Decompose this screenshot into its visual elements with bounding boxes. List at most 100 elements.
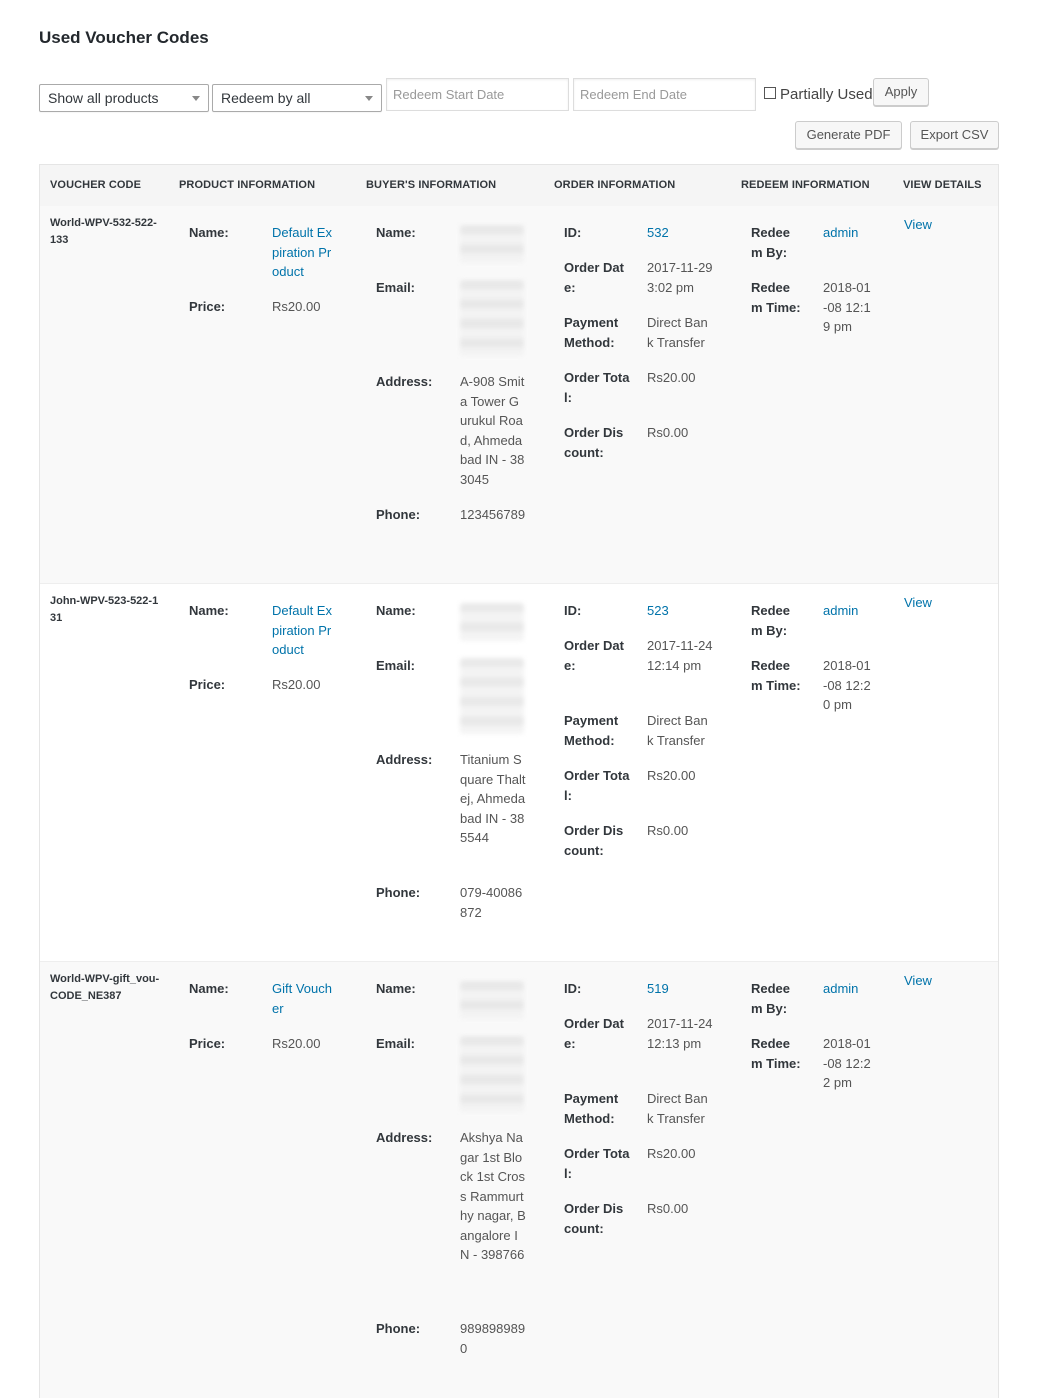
header-order-information[interactable]: ORDER INFORMATION — [554, 179, 675, 191]
voucher-code: John-WPV-523-522-131 — [50, 595, 159, 624]
table-row: World-WPV-532-522-133 Name: Default Expi… — [40, 206, 998, 583]
header-voucher-code[interactable]: VOUCHER CODE — [50, 179, 141, 191]
buyer-name-label: Name: — [376, 603, 416, 618]
header-buyers-information[interactable]: BUYER'S INFORMATION — [366, 179, 496, 191]
order-date-value: 2017-11-29 3:02 pm — [647, 260, 713, 295]
order-discount-label: Order Discount: — [564, 823, 624, 858]
redeem-by-link[interactable]: admin — [823, 223, 889, 243]
redeem-filter-value: Redeem by all — [221, 90, 311, 106]
voucher-code: World-WPV-gift_vou-CODE_NE387 — [50, 973, 160, 1002]
payment-method-label: Payment Method: — [564, 713, 619, 748]
buyer-email-label: Email: — [376, 1036, 416, 1051]
redeem-time-value: 2018-01-08 12:19 pm — [823, 280, 871, 334]
chevron-down-icon — [192, 96, 200, 101]
price-value: Rs20.00 — [272, 1036, 321, 1051]
buyer-name-blurred — [460, 981, 524, 1019]
buyer-phone-value: 9898989890 — [460, 1321, 526, 1356]
product-name-label: Name: — [189, 225, 229, 240]
order-id-link[interactable]: 532 — [647, 223, 713, 243]
chevron-down-icon — [365, 96, 373, 101]
buyer-email-blurred — [460, 280, 524, 356]
view-details-link[interactable]: View — [904, 971, 932, 991]
price-label: Price: — [189, 677, 226, 692]
buyer-address-value: A-908 Smita Tower Gurukul Road, Ahmedaba… — [460, 374, 525, 487]
price-value: Rs20.00 — [272, 677, 321, 692]
buyer-name-blurred — [460, 603, 524, 641]
redeem-time-label: Redeem Time: — [751, 1036, 801, 1071]
table-row: World-WPV-gift_vou-CODE_NE387 Name: Gift… — [40, 961, 998, 1398]
order-date-value: 2017-11-24 12:14 pm — [647, 638, 713, 673]
order-total-label: Order Total: — [564, 370, 630, 405]
buyer-name-label: Name: — [376, 981, 416, 996]
product-name-link[interactable]: Gift Voucher — [272, 979, 338, 1018]
product-name-link[interactable]: Default Expiration Product — [272, 601, 338, 660]
table-header: VOUCHER CODE PRODUCT INFORMATION BUYER'S… — [40, 165, 998, 207]
product-name-label: Name: — [189, 603, 229, 618]
order-id-label: ID: — [564, 225, 582, 240]
payment-method-label: Payment Method: — [564, 315, 619, 350]
voucher-code: World-WPV-532-522-133 — [50, 217, 157, 246]
order-discount-label: Order Discount: — [564, 425, 624, 460]
redeem-start-date-input[interactable] — [386, 78, 569, 111]
order-id-link[interactable]: 519 — [647, 979, 713, 999]
product-name-label: Name: — [189, 981, 229, 996]
redeem-by-label: Redeem By: — [751, 603, 791, 638]
buyer-address-label: Address: — [376, 1130, 433, 1145]
payment-method-value: Direct Bank Transfer — [647, 1091, 708, 1126]
order-discount-label: Order Discount: — [564, 1201, 624, 1236]
buyer-address-label: Address: — [376, 374, 433, 389]
export-csv-button[interactable]: Export CSV — [910, 121, 999, 149]
order-date-label: Order Date: — [564, 638, 624, 673]
buyer-phone-label: Phone: — [376, 507, 421, 522]
redeem-time-value: 2018-01-08 12:22 pm — [823, 1036, 871, 1090]
product-filter-select[interactable]: Show all products — [39, 84, 209, 112]
order-date-label: Order Date: — [564, 260, 624, 295]
order-discount-value: Rs0.00 — [647, 1201, 689, 1216]
voucher-table: VOUCHER CODE PRODUCT INFORMATION BUYER'S… — [39, 164, 999, 1398]
partially-used-checkbox[interactable] — [764, 87, 776, 99]
order-discount-value: Rs0.00 — [647, 823, 689, 838]
redeem-filter-select[interactable]: Redeem by all — [212, 84, 382, 112]
order-total-label: Order Total: — [564, 1146, 630, 1181]
buyer-phone-value: 123456789 — [460, 507, 526, 522]
page-title: Used Voucher Codes — [39, 28, 209, 47]
buyer-email-label: Email: — [376, 658, 416, 673]
order-date-value: 2017-11-24 12:13 pm — [647, 1016, 713, 1051]
buyer-email-label: Email: — [376, 280, 416, 295]
order-discount-value: Rs0.00 — [647, 425, 689, 440]
order-id-label: ID: — [564, 981, 582, 996]
header-view-details[interactable]: VIEW DETAILS — [903, 179, 982, 191]
buyer-address-label: Address: — [376, 752, 433, 767]
product-name-link[interactable]: Default Expiration Product — [272, 223, 338, 282]
view-details-link[interactable]: View — [904, 215, 932, 235]
redeem-by-label: Redeem By: — [751, 225, 791, 260]
price-label: Price: — [189, 299, 226, 314]
view-details-link[interactable]: View — [904, 593, 932, 613]
buyer-phone-label: Phone: — [376, 885, 421, 900]
header-product-information[interactable]: PRODUCT INFORMATION — [179, 179, 315, 191]
order-id-label: ID: — [564, 603, 582, 618]
redeem-by-link[interactable]: admin — [823, 601, 889, 621]
price-label: Price: — [189, 1036, 226, 1051]
buyer-name-blurred — [460, 225, 524, 263]
redeem-end-date-input[interactable] — [573, 78, 756, 111]
payment-method-value: Direct Bank Transfer — [647, 315, 708, 350]
payment-method-value: Direct Bank Transfer — [647, 713, 708, 748]
product-filter-value: Show all products — [48, 90, 159, 106]
order-total-label: Order Total: — [564, 768, 630, 803]
apply-button[interactable]: Apply — [873, 78, 929, 106]
redeem-by-link[interactable]: admin — [823, 979, 889, 999]
order-total-value: Rs20.00 — [647, 768, 696, 783]
header-redeem-information[interactable]: REDEEM INFORMATION — [741, 179, 870, 191]
redeem-by-label: Redeem By: — [751, 981, 791, 1016]
order-total-value: Rs20.00 — [647, 370, 696, 385]
order-id-link[interactable]: 523 — [647, 601, 713, 621]
partially-used-label: Partially Used — [780, 86, 873, 103]
payment-method-label: Payment Method: — [564, 1091, 619, 1126]
redeem-time-label: Redeem Time: — [751, 280, 801, 315]
generate-pdf-button[interactable]: Generate PDF — [795, 121, 902, 149]
buyer-address-value: Akshya Nagar 1st Block 1st Cross Rammurt… — [460, 1130, 526, 1262]
buyer-address-value: Titanium Square Thaltej, Ahmedabad IN - … — [460, 752, 526, 845]
buyer-phone-value: 079-40086872 — [460, 885, 523, 920]
order-date-label: Order Date: — [564, 1016, 624, 1051]
